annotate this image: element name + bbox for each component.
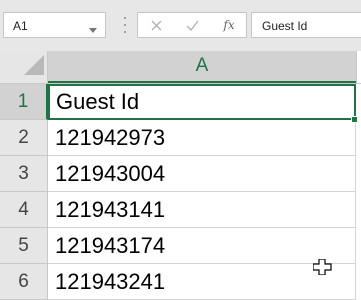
close-icon[interactable] [141,13,171,37]
column-header-b[interactable] [356,51,361,83]
row-header[interactable]: 4 [0,192,48,228]
cell-a2[interactable]: 121942973 [48,120,356,156]
formula-input[interactable]: Guest Id [251,12,361,38]
row-header[interactable]: 3 [0,156,48,192]
checkmark-icon[interactable] [177,13,207,37]
cell-a5[interactable]: 121943174 [48,228,356,264]
name-box[interactable]: A1 [3,12,106,38]
cell-a4[interactable]: 121943141 [48,192,356,228]
table-row: 2 121942973 [0,120,361,156]
table-row: 5 121943174 [0,228,361,264]
formula-bar-splitter[interactable] [123,17,126,33]
table-row: 1 Guest Id [0,84,361,120]
select-all-triangle-icon [24,55,44,80]
cell-a1[interactable]: Guest Id [48,84,356,120]
name-box-value: A1 [13,19,28,33]
table-row: 3 121943004 [0,156,361,192]
row-header[interactable]: 6 [0,264,48,300]
table-row: 6 121943241 [0,264,361,300]
cell-a6[interactable]: 121943241 [48,264,356,300]
fill-handle[interactable] [351,116,358,123]
row-header[interactable]: 2 [0,120,48,156]
column-header-a[interactable]: A [48,51,356,83]
select-all-button[interactable] [0,51,48,83]
formula-buttons: fx [137,12,247,38]
chevron-down-icon[interactable] [89,21,97,39]
cell-a3[interactable]: 121943004 [48,156,356,192]
cell-cursor-icon [312,258,333,280]
formula-bar: A1 fx Guest Id [0,0,361,51]
insert-function-button[interactable]: fx [214,13,244,37]
row-header[interactable]: 5 [0,228,48,264]
row-header[interactable]: 1 [0,84,48,120]
table-row: 4 121943141 [0,192,361,228]
formula-value: Guest Id [262,19,308,33]
